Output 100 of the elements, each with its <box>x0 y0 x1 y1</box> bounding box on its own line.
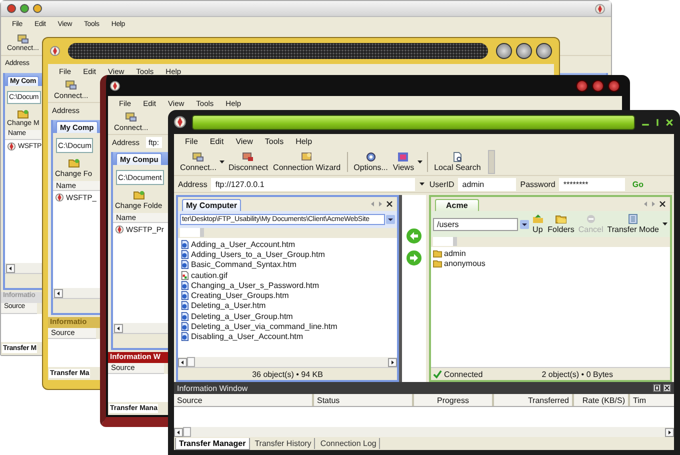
file-name[interactable]: Disabling_a_User_Account.htm <box>191 332 304 342</box>
dropdown-button[interactable] <box>520 220 529 228</box>
search-icon <box>451 152 464 162</box>
folder-icon <box>17 109 30 119</box>
arrow-left-button[interactable] <box>406 228 422 244</box>
scroll-left-button[interactable] <box>174 428 183 436</box>
caret-icon[interactable] <box>219 160 226 164</box>
arrow-right-button[interactable] <box>406 250 422 266</box>
tab[interactable]: Connection Log <box>317 438 380 449</box>
address-field[interactable]: ftp://127.0.0.1 <box>211 178 416 190</box>
web-file-icon <box>180 240 189 249</box>
document-icon <box>627 214 640 224</box>
user-id-field[interactable]: admin <box>458 178 516 190</box>
toolbar-button[interactable]: Folders <box>546 214 576 234</box>
toolbar-button[interactable]: Views <box>390 150 416 172</box>
password-field[interactable]: ******** <box>559 178 626 190</box>
maximize-button[interactable] <box>33 4 42 13</box>
minimize-button[interactable] <box>20 4 29 13</box>
check-icon <box>433 370 442 378</box>
caret-icon[interactable] <box>662 222 668 226</box>
pin-button[interactable] <box>653 384 661 392</box>
toolbar-button[interactable]: Local Search <box>432 150 483 172</box>
close-button[interactable] <box>663 384 671 392</box>
panel-controls-icon[interactable] <box>642 200 666 208</box>
app-icon <box>595 4 605 14</box>
gear-icon <box>364 152 377 162</box>
caret-icon[interactable] <box>419 182 426 186</box>
menu-item[interactable]: File <box>184 136 199 146</box>
user-id-label: UserID <box>429 180 454 188</box>
toolbar-button[interactable]: Connection Wizard <box>271 150 343 172</box>
file-name[interactable]: Deleting_a_User.htm <box>191 301 266 310</box>
window-button[interactable] <box>592 80 604 92</box>
app-icon <box>110 80 120 90</box>
path-field[interactable]: /users <box>433 218 518 230</box>
file-name[interactable]: Creating_User_Groups.htm <box>191 291 289 300</box>
folder-name[interactable]: anonymous <box>444 258 486 268</box>
toolbar-button[interactable]: Up <box>530 214 545 234</box>
password-label: Password <box>520 180 556 188</box>
status-text: 2 object(s) • 0 Bytes <box>542 370 613 378</box>
panel-controls-icon[interactable] <box>369 200 393 208</box>
window-button[interactable] <box>576 80 588 92</box>
panel-tab[interactable]: Acme <box>435 199 479 211</box>
web-file-icon <box>180 250 189 259</box>
scroll-thumb[interactable] <box>187 357 195 367</box>
scroll-left-button[interactable] <box>54 288 63 298</box>
scroll-left-button[interactable] <box>178 358 187 366</box>
window-button[interactable] <box>496 43 512 59</box>
caret-icon[interactable] <box>417 160 424 164</box>
address-label: Address <box>178 180 208 188</box>
scroll-left-button[interactable] <box>6 264 15 272</box>
folder-up-icon <box>532 214 544 224</box>
file-name[interactable]: caution.gif <box>191 270 228 280</box>
menu-item[interactable]: View <box>234 136 254 146</box>
app-icon <box>7 142 16 151</box>
file-name[interactable]: Basic_Command_Syntax.htm <box>191 260 296 270</box>
file-name[interactable]: Adding_Users_to_a_User_Group.htm <box>191 250 325 259</box>
file-name[interactable]: Adding_a_User_Account.htm <box>191 240 296 249</box>
web-file-icon <box>180 260 189 270</box>
tab[interactable]: Transfer Manager <box>175 438 250 450</box>
computer-icon <box>65 80 78 90</box>
toolbar-button[interactable]: Options... <box>352 150 390 172</box>
folder-name[interactable]: admin <box>444 248 466 258</box>
app-icon <box>50 46 60 56</box>
computer-icon <box>125 112 138 122</box>
tab[interactable]: Transfer History <box>252 438 316 449</box>
menu-item[interactable]: Help <box>294 136 314 146</box>
web-file-icon <box>180 312 189 321</box>
app-icon <box>174 116 186 128</box>
connection-status: Connected <box>444 370 483 378</box>
menu-item[interactable]: Edit <box>208 136 225 146</box>
scroll-thumb[interactable] <box>183 427 191 437</box>
web-file-icon <box>180 280 189 290</box>
scroll-right-button[interactable] <box>665 428 674 436</box>
stop-icon <box>584 214 597 224</box>
web-file-icon <box>180 301 189 310</box>
toolbar-button[interactable]: Connect... <box>178 150 218 172</box>
web-file-icon <box>180 291 189 300</box>
window-icon <box>397 152 410 162</box>
app-icon <box>115 225 124 234</box>
close-button[interactable] <box>7 4 16 13</box>
toolbar-grip[interactable] <box>488 150 495 174</box>
computer-icon <box>16 34 29 44</box>
computer-icon <box>192 152 204 162</box>
scroll-left-button[interactable] <box>114 324 123 332</box>
column-header[interactable]: Tim <box>630 394 674 406</box>
toolbar-button[interactable]: Transfer Mode <box>606 214 660 234</box>
window-button[interactable] <box>516 43 532 59</box>
info-window-title: Information Window <box>177 384 248 392</box>
dropdown-button[interactable] <box>386 215 395 224</box>
window-button[interactable] <box>536 43 552 59</box>
panel-tab[interactable]: My Computer <box>182 199 242 211</box>
scroll-right-button[interactable] <box>388 358 397 366</box>
folder-icon <box>132 190 145 200</box>
menu-item[interactable]: Tools <box>264 136 285 146</box>
web-file-icon <box>180 332 189 342</box>
toolbar-button[interactable]: Disconnect <box>226 150 270 172</box>
file-name[interactable]: Changing_a_User_s_Password.htm <box>191 280 320 290</box>
close-button[interactable] <box>665 118 674 126</box>
computer-icon <box>242 152 254 162</box>
window-button[interactable] <box>608 80 620 92</box>
